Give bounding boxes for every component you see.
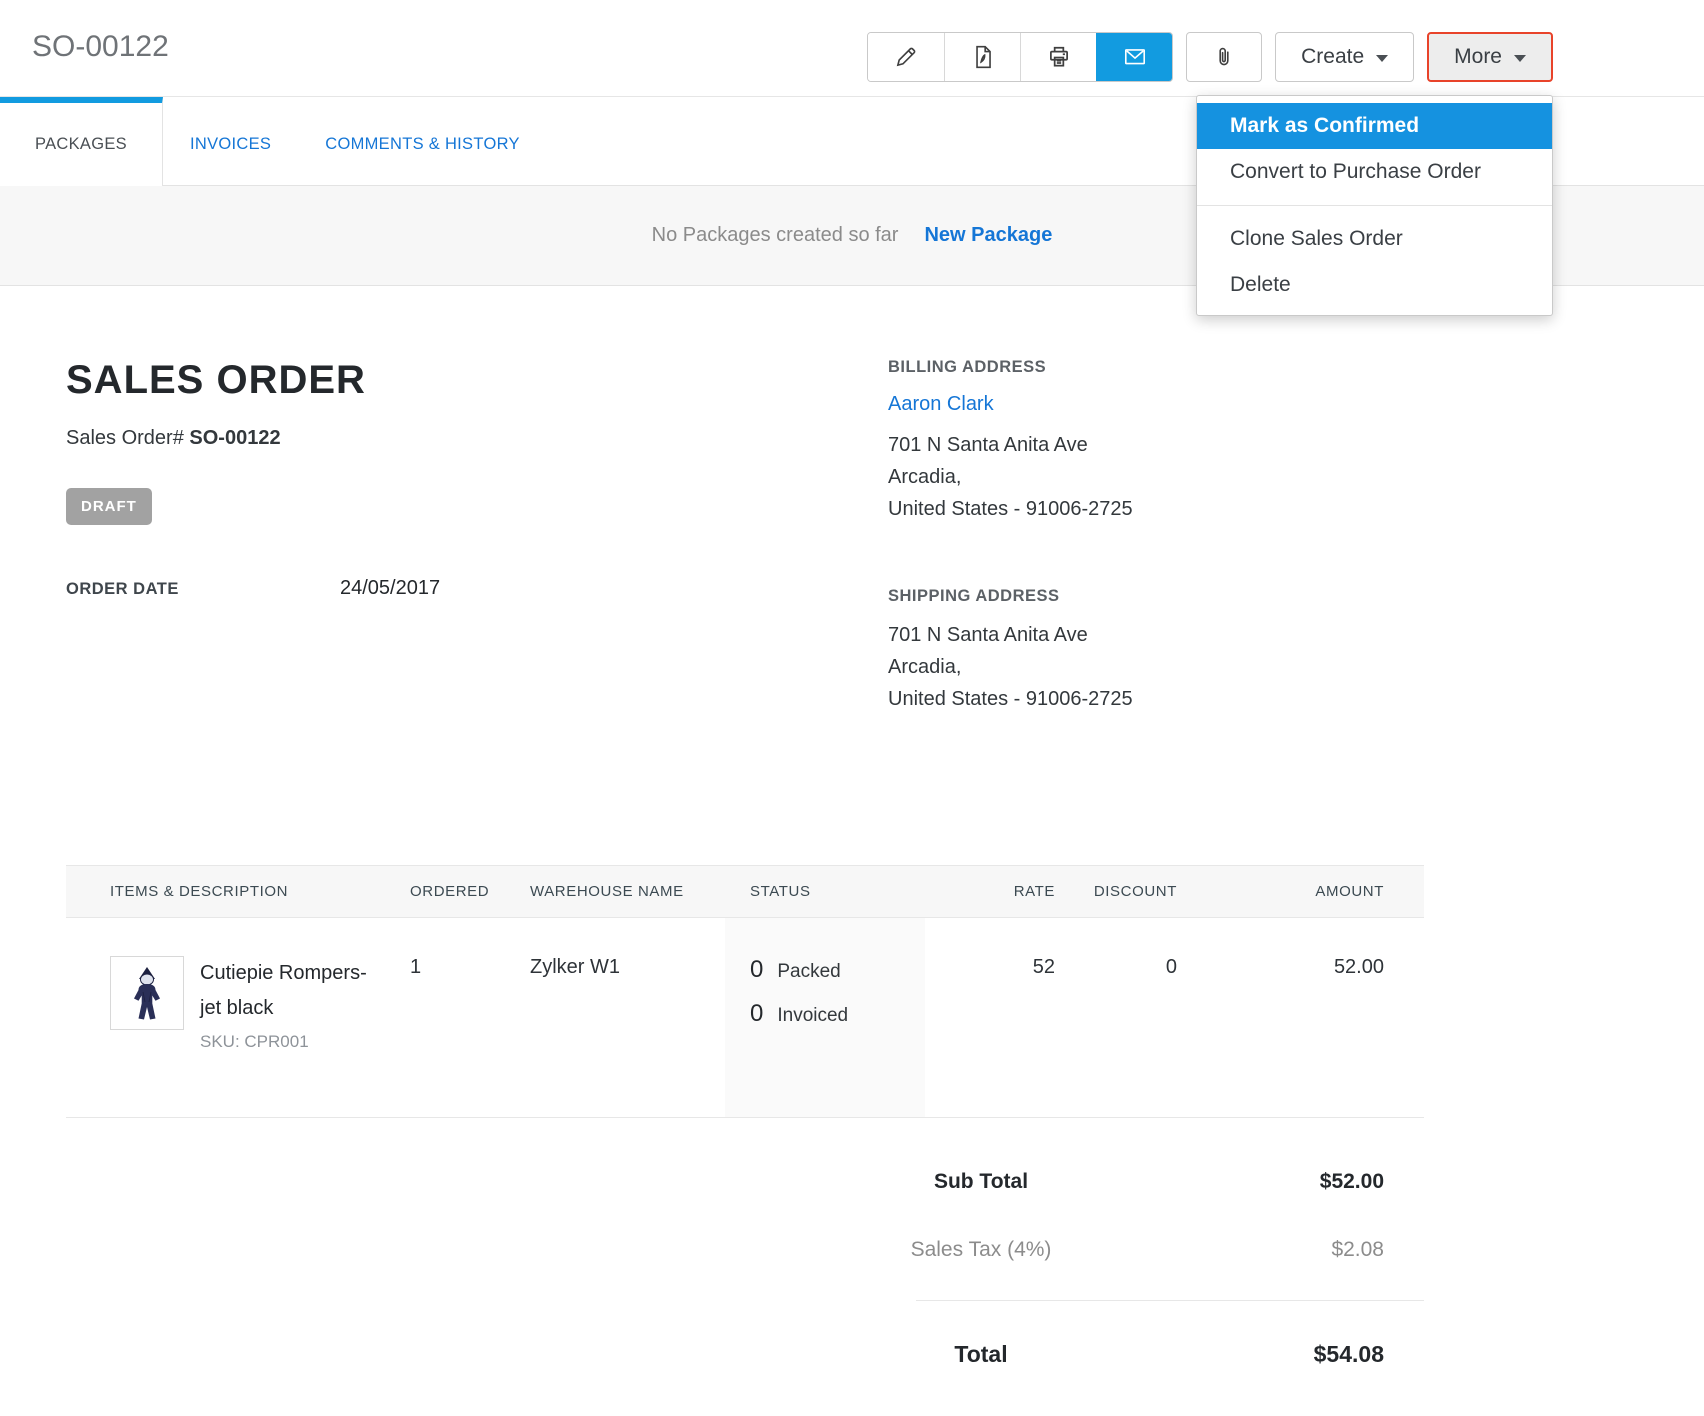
toolbar: Create More [867, 32, 1553, 82]
no-packages-message: No Packages created so far [652, 224, 899, 247]
column-header-items: ITEMS & DESCRIPTION [66, 883, 410, 900]
totals-divider [916, 1300, 1424, 1301]
grand-total-label: Total [856, 1341, 1106, 1368]
item-thumbnail [110, 956, 184, 1030]
table-header-row: ITEMS & DESCRIPTION ORDERED WAREHOUSE NA… [66, 865, 1424, 918]
billing-address-line: United States - 91006-2725 [888, 493, 1424, 525]
shipping-address-line: United States - 91006-2725 [888, 683, 1424, 715]
attachments-button[interactable] [1186, 32, 1262, 82]
billing-address-line: 701 N Santa Anita Ave [888, 429, 1424, 461]
billing-customer-link[interactable]: Aaron Clark [888, 393, 1424, 416]
document-title: SALES ORDER [66, 358, 888, 403]
item-name-line1: Cutiepie Rompers- [200, 956, 367, 991]
sales-order-number-value: SO-00122 [189, 427, 280, 449]
tab-comments-history[interactable]: COMMENTS & HISTORY [298, 97, 547, 186]
invoiced-count: 0 [750, 1000, 763, 1028]
document-header: SALES ORDER Sales Order# SO-00122 DRAFT … [66, 358, 1424, 715]
ordered-cell: 1 [410, 918, 530, 1117]
pencil-icon [893, 44, 919, 70]
shipping-address-block: 701 N Santa Anita Ave Arcadia, United St… [888, 619, 1424, 715]
billing-address-section: BILLING ADDRESS Aaron Clark 701 N Santa … [888, 358, 1424, 525]
item-cell: Cutiepie Rompers- jet black SKU: CPR001 [66, 918, 410, 1117]
shipping-address-line: 701 N Santa Anita Ave [888, 619, 1424, 651]
amount-cell: 52.00 [1177, 918, 1424, 1117]
tab-packages[interactable]: PACKAGES [0, 97, 163, 186]
sales-order-sheet: SALES ORDER Sales Order# SO-00122 DRAFT … [66, 358, 1424, 1368]
packed-label: Packed [777, 961, 840, 983]
pdf-file-icon [970, 44, 996, 70]
edit-button[interactable] [868, 33, 944, 81]
column-header-status: STATUS [725, 883, 925, 900]
menu-item-convert-to-purchase-order[interactable]: Convert to Purchase Order [1197, 149, 1552, 195]
status-cell: 0 Packed 0 Invoiced [725, 918, 925, 1117]
email-button[interactable] [1096, 33, 1172, 81]
packed-count: 0 [750, 956, 763, 984]
print-button[interactable] [1020, 33, 1096, 81]
document-header-left: SALES ORDER Sales Order# SO-00122 DRAFT … [66, 358, 888, 715]
document-header-right: BILLING ADDRESS Aaron Clark 701 N Santa … [888, 358, 1424, 715]
column-header-amount: AMOUNT [1177, 883, 1424, 900]
create-button[interactable]: Create [1275, 32, 1414, 82]
discount-cell: 0 [1055, 918, 1177, 1117]
menu-item-clone-sales-order[interactable]: Clone Sales Order [1197, 216, 1552, 262]
invoiced-status: 0 Invoiced [750, 1000, 925, 1028]
order-date-value: 24/05/2017 [340, 577, 440, 600]
top-bar: SO-00122 [0, 0, 1704, 96]
more-button-label: More [1454, 45, 1502, 69]
invoiced-label: Invoiced [777, 1005, 848, 1027]
sub-total-row: Sub Total $52.00 [856, 1170, 1424, 1194]
column-header-discount: DISCOUNT [1055, 883, 1177, 900]
chevron-down-icon [1514, 55, 1526, 62]
item-text: Cutiepie Rompers- jet black SKU: CPR001 [200, 956, 367, 1052]
menu-item-mark-as-confirmed[interactable]: Mark as Confirmed [1197, 103, 1552, 149]
totals-section: Sub Total $52.00 Sales Tax (4%) $2.08 To… [856, 1170, 1424, 1368]
sales-tax-label: Sales Tax (4%) [856, 1238, 1106, 1262]
romper-product-image [117, 962, 177, 1024]
grand-total-value: $54.08 [1106, 1341, 1384, 1368]
order-date-row: ORDER DATE 24/05/2017 [66, 577, 888, 600]
grand-total-row: Total $54.08 [856, 1341, 1424, 1368]
new-package-link[interactable]: New Package [924, 224, 1052, 247]
shipping-address-line: Arcadia, [888, 651, 1424, 683]
item-sku: SKU: CPR001 [200, 1032, 367, 1052]
pdf-button[interactable] [944, 33, 1020, 81]
page-title: SO-00122 [32, 30, 169, 64]
column-header-ordered: ORDERED [410, 883, 530, 900]
more-button[interactable]: More [1427, 32, 1553, 82]
document-actions-group [867, 32, 1173, 82]
sales-order-number-label: Sales Order# [66, 427, 184, 449]
billing-address-heading: BILLING ADDRESS [888, 358, 1424, 377]
rate-cell: 52 [925, 918, 1055, 1117]
item-name-line2: jet black [200, 991, 367, 1026]
sales-order-number: Sales Order# SO-00122 [66, 427, 888, 450]
sub-total-value: $52.00 [1106, 1170, 1384, 1194]
menu-divider [1197, 205, 1552, 206]
billing-address-line: Arcadia, [888, 461, 1424, 493]
packed-status: 0 Packed [750, 956, 925, 984]
envelope-icon [1121, 44, 1149, 70]
chevron-down-icon [1376, 55, 1388, 62]
line-items-table: ITEMS & DESCRIPTION ORDERED WAREHOUSE NA… [66, 865, 1424, 1118]
sales-tax-row: Sales Tax (4%) $2.08 [856, 1238, 1424, 1262]
create-button-label: Create [1301, 45, 1364, 69]
sales-tax-value: $2.08 [1106, 1238, 1384, 1262]
warehouse-cell: Zylker W1 [530, 918, 725, 1117]
tab-invoices[interactable]: INVOICES [163, 97, 298, 186]
status-badge: DRAFT [66, 488, 152, 525]
paperclip-icon [1211, 44, 1237, 70]
billing-address-block: 701 N Santa Anita Ave Arcadia, United St… [888, 429, 1424, 525]
shipping-address-section: SHIPPING ADDRESS 701 N Santa Anita Ave A… [888, 587, 1424, 715]
column-header-warehouse: WAREHOUSE NAME [530, 883, 725, 900]
menu-item-delete[interactable]: Delete [1197, 262, 1552, 308]
order-date-label: ORDER DATE [66, 580, 340, 599]
printer-icon [1046, 44, 1072, 70]
column-header-rate: RATE [925, 883, 1055, 900]
more-dropdown-menu: Mark as Confirmed Convert to Purchase Or… [1196, 95, 1553, 316]
table-row: Cutiepie Rompers- jet black SKU: CPR001 … [66, 918, 1424, 1118]
shipping-address-heading: SHIPPING ADDRESS [888, 587, 1424, 606]
sub-total-label: Sub Total [856, 1170, 1106, 1194]
